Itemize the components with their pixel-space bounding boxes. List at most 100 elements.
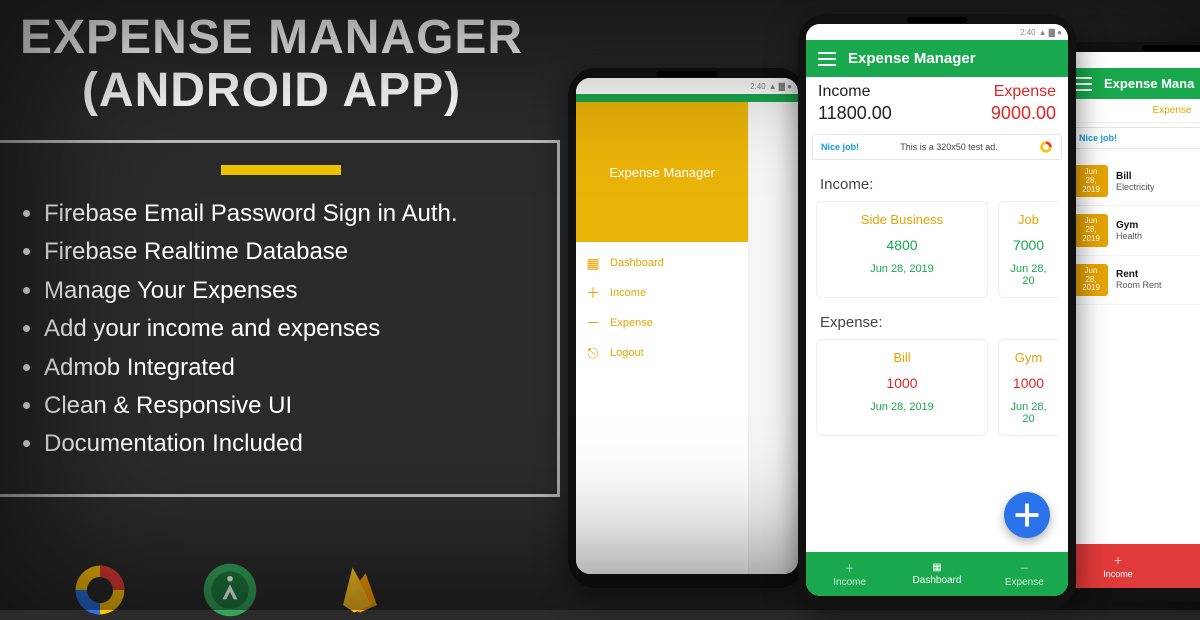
row-sub: Electricity bbox=[1116, 182, 1155, 192]
income-card[interactable]: Side Business 4800 Jun 28, 2019 bbox=[816, 201, 988, 298]
admob-icon bbox=[1039, 140, 1053, 154]
nav-label: Income bbox=[833, 577, 866, 588]
plus-icon: ＋ bbox=[586, 286, 600, 300]
admob-icon bbox=[70, 560, 130, 620]
list-item[interactable]: Jun 28, 2019 Rent Room Rent bbox=[1064, 256, 1200, 305]
plus-icon: ＋ bbox=[1113, 554, 1122, 567]
ad-banner[interactable]: Nice job! This is a 320x50 test ad. bbox=[812, 134, 1062, 160]
app-bar: Expense Mana bbox=[1064, 68, 1200, 99]
status-bar: 2:40▲ ▇ bbox=[1064, 52, 1200, 68]
nav-dashboard[interactable]: ▦ Dashboard bbox=[893, 552, 980, 596]
card-amount: 4800 bbox=[823, 237, 981, 253]
grid-icon: ▦ bbox=[586, 256, 600, 270]
feature-item: Clean & Responsive UI bbox=[44, 387, 539, 425]
nav-label: Income bbox=[1103, 569, 1133, 579]
logout-icon: ⎋ bbox=[586, 346, 600, 360]
list-item[interactable]: Jun 28, 2019 Gym Health bbox=[1064, 206, 1200, 255]
tab-expense[interactable]: Expense bbox=[1064, 99, 1200, 122]
app-bar bbox=[576, 94, 798, 102]
feature-item: Admob Integrated bbox=[44, 349, 539, 387]
summary-row: Income 11800.00 Expense 9000.00 bbox=[806, 77, 1068, 134]
feature-item: Documentation Included bbox=[44, 425, 539, 463]
menu-icon[interactable] bbox=[1074, 77, 1092, 91]
row-category: Bill bbox=[1116, 171, 1155, 182]
card-title: Side Business bbox=[823, 212, 981, 227]
income-value: 11800.00 bbox=[818, 103, 937, 124]
drawer-header: Expense Manager bbox=[576, 102, 748, 242]
status-bar: 2:40▲ ▇ ● bbox=[576, 78, 798, 94]
drawer-item-label: Expense bbox=[610, 317, 653, 329]
plus-icon: ＋ bbox=[845, 560, 855, 575]
nav-income[interactable]: ＋ Income bbox=[1064, 544, 1172, 588]
expense-list: Jun 28, 2019 Bill Electricity Jun 28, 20… bbox=[1064, 153, 1200, 309]
nav-label: Expense bbox=[1005, 577, 1044, 588]
card-title: Bill bbox=[823, 350, 981, 365]
android-studio-icon bbox=[200, 560, 260, 620]
phone-mockups: 2:40▲ ▇ ● Expense Manager ▦ Dashboard ＋ … bbox=[560, 14, 1200, 610]
card-title: Job bbox=[1005, 212, 1052, 227]
date-badge: Jun 28, 2019 bbox=[1074, 264, 1108, 296]
drawer-item-logout[interactable]: ⎋ Logout bbox=[586, 346, 738, 360]
ad-nice: Nice job! bbox=[821, 142, 859, 152]
drawer-item-label: Income bbox=[610, 287, 646, 299]
card-title: Gym bbox=[1005, 350, 1052, 365]
date-badge: Jun 28, 2019 bbox=[1074, 165, 1108, 197]
feature-box: Firebase Email Password Sign in Auth. Fi… bbox=[0, 140, 560, 497]
status-bar: 2:40▲ ▇ ● bbox=[806, 24, 1068, 40]
minus-icon: － bbox=[586, 316, 600, 330]
drawer-item-expense[interactable]: － Expense bbox=[586, 316, 738, 330]
expense-card[interactable]: Bill 1000 Jun 28, 2019 bbox=[816, 339, 988, 436]
plus-icon bbox=[1004, 492, 1050, 538]
feature-item: Manage Your Expenses bbox=[44, 272, 539, 310]
grid-icon: ▦ bbox=[932, 562, 941, 573]
section-income: Income: bbox=[806, 160, 1068, 201]
card-date: Jun 28, 2019 bbox=[823, 401, 981, 413]
drawer-item-label: Logout bbox=[610, 347, 644, 359]
drawer-item-dashboard[interactable]: ▦ Dashboard bbox=[586, 256, 738, 270]
title-line-1: EXPENSE MANAGER bbox=[20, 12, 523, 65]
card-date: Jun 28, 2019 bbox=[823, 263, 981, 275]
firebase-icon bbox=[330, 560, 390, 620]
accent-divider bbox=[221, 165, 341, 175]
nav-label: Dashboard bbox=[913, 575, 962, 586]
feature-item: Firebase Realtime Database bbox=[44, 233, 539, 271]
app-bar: Expense Manager bbox=[806, 40, 1068, 77]
income-card[interactable]: Job 7000 Jun 28, 20 bbox=[998, 201, 1058, 298]
section-expense: Expense: bbox=[806, 298, 1068, 339]
app-title: Expense Manager bbox=[848, 50, 976, 67]
phone-notch bbox=[657, 71, 717, 77]
app-title: Expense Mana bbox=[1104, 76, 1194, 91]
feature-item: Add your income and expenses bbox=[44, 310, 539, 348]
ad-text: This is a 320x50 test ad. bbox=[900, 142, 998, 152]
ad-banner[interactable]: Nice job! This is a 50 bbox=[1070, 127, 1200, 149]
income-label: Income bbox=[818, 83, 937, 101]
bottom-nav: ＋ Income ▦ Dashboard － Expense bbox=[806, 552, 1068, 596]
expense-value: 9000.00 bbox=[937, 103, 1056, 124]
expense-card[interactable]: Gym 1000 Jun 28, 20 bbox=[998, 339, 1058, 436]
row-sub: Room Rent bbox=[1116, 280, 1162, 290]
date-badge: Jun 28, 2019 bbox=[1074, 214, 1108, 246]
drawer-scrim[interactable] bbox=[749, 102, 798, 574]
drawer-item-label: Dashboard bbox=[610, 257, 664, 269]
feature-item: Firebase Email Password Sign in Auth. bbox=[44, 195, 539, 233]
row-category: Gym bbox=[1116, 220, 1142, 231]
phone-notch bbox=[907, 17, 967, 23]
phone-notch bbox=[1142, 45, 1200, 51]
promo-title: EXPENSE MANAGER (ANDROID APP) bbox=[20, 12, 523, 118]
phone-dashboard: 2:40▲ ▇ ● Expense Manager Income 11800.0… bbox=[798, 14, 1076, 610]
phone-expense-list: 2:40▲ ▇ Expense Mana Expense Nice job! T… bbox=[1056, 42, 1200, 602]
list-item[interactable]: Jun 28, 2019 Bill Electricity bbox=[1064, 157, 1200, 206]
feature-list: Firebase Email Password Sign in Auth. Fi… bbox=[22, 195, 539, 464]
minus-icon: － bbox=[1019, 560, 1029, 575]
nav-dashboard[interactable]: ▦ Dashboa bbox=[1172, 544, 1200, 588]
drawer-item-income[interactable]: ＋ Income bbox=[586, 286, 738, 300]
ad-nice: Nice job! bbox=[1079, 133, 1117, 143]
tech-icons-row bbox=[70, 560, 390, 620]
row-category: Rent bbox=[1116, 269, 1162, 280]
nav-expense[interactable]: － Expense bbox=[981, 552, 1068, 596]
phone-drawer: 2:40▲ ▇ ● Expense Manager ▦ Dashboard ＋ … bbox=[568, 68, 806, 588]
fab-add[interactable] bbox=[1004, 492, 1050, 538]
menu-icon[interactable] bbox=[818, 52, 836, 66]
card-date: Jun 28, 20 bbox=[1005, 263, 1052, 287]
nav-income[interactable]: ＋ Income bbox=[806, 552, 893, 596]
